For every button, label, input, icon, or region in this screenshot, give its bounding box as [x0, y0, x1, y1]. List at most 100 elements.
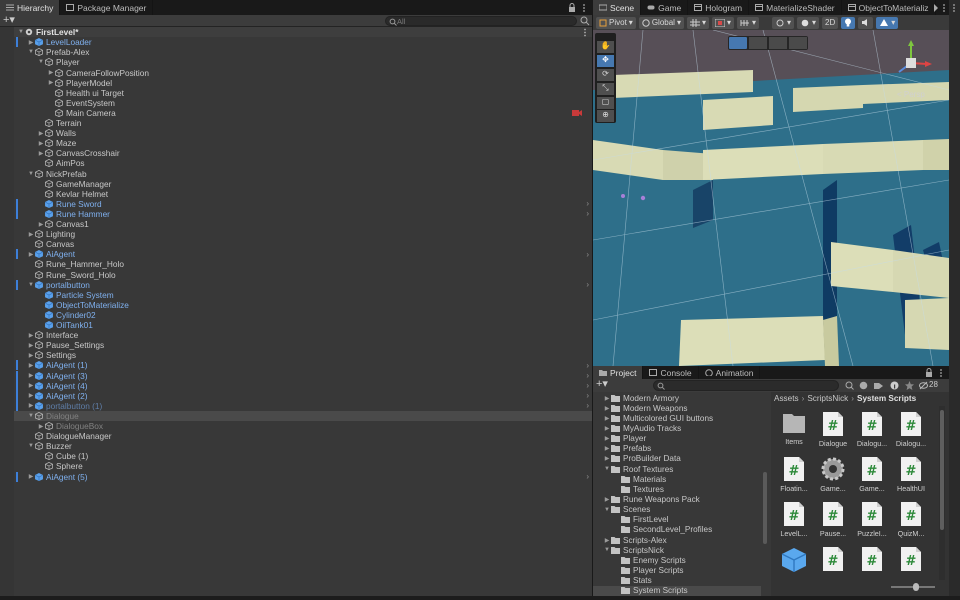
shading-mode-button[interactable]: ▾: [797, 16, 820, 29]
scene-gizmo[interactable]: [891, 38, 941, 88]
expand-arrow-icon[interactable]: ▶: [27, 392, 35, 399]
tab-package-manager[interactable]: Package Manager: [60, 0, 154, 15]
hierarchy-row[interactable]: Rune Hammer ›: [0, 208, 592, 219]
folder-row[interactable]: System Scripts: [593, 585, 761, 596]
expand-arrow-icon[interactable]: ▶: [37, 423, 45, 430]
asset-item[interactable]: #: [854, 547, 890, 574]
expand-arrow-icon[interactable]: ▶: [603, 435, 611, 442]
open-prefab-arrow-icon[interactable]: ›: [586, 401, 589, 410]
lock-icon[interactable]: [925, 368, 947, 378]
expand-arrow-icon[interactable]: ▶: [603, 496, 611, 503]
tab-scene[interactable]: Scene: [593, 0, 642, 15]
expand-arrow-icon[interactable]: ▼: [603, 547, 611, 553]
expand-arrow-icon[interactable]: ▶: [27, 362, 35, 369]
asset-item[interactable]: # QuizM...: [893, 502, 929, 538]
expand-arrow-icon[interactable]: ▼: [27, 413, 35, 419]
folder-row[interactable]: ▶ MyAudio Tracks: [593, 423, 761, 433]
expand-arrow-icon[interactable]: ▶: [27, 372, 35, 379]
hierarchy-row[interactable]: ▶ Lighting: [0, 229, 592, 239]
asset-item[interactable]: # LevelL...: [776, 502, 812, 538]
folder-row[interactable]: ▶ Prefabs: [593, 444, 761, 454]
vertex-mode-button[interactable]: [749, 37, 767, 49]
hierarchy-row[interactable]: ObjectToMaterialize: [0, 300, 592, 310]
folder-row[interactable]: Player Scripts: [593, 566, 761, 576]
hierarchy-row[interactable]: ▶ AiAgent (5) ›: [0, 471, 592, 482]
asset-item[interactable]: Game...: [815, 457, 851, 493]
hierarchy-row[interactable]: ▼ Prefab-Alex: [0, 47, 592, 57]
asset-scrollbar[interactable]: [939, 406, 945, 580]
open-prefab-arrow-icon[interactable]: ›: [586, 472, 589, 481]
folder-row[interactable]: ▼ Scenes: [593, 505, 761, 515]
edge-mode-button[interactable]: [769, 37, 787, 49]
open-prefab-arrow-icon[interactable]: ›: [586, 381, 589, 390]
folder-row[interactable]: ▶ Modern Weapons: [593, 403, 761, 413]
expand-arrow-icon[interactable]: ▶: [27, 382, 35, 389]
folder-row[interactable]: ▼ Roof Textures: [593, 464, 761, 474]
hierarchy-row[interactable]: ▶ AiAgent (4) ›: [0, 380, 592, 391]
hierarchy-row[interactable]: ▶ AiAgent (2) ›: [0, 390, 592, 401]
expand-arrow-icon[interactable]: ▶: [27, 332, 35, 339]
expand-arrow-icon[interactable]: ▶: [37, 140, 45, 147]
expand-arrow-icon[interactable]: ▼: [27, 443, 35, 449]
zoom-slider[interactable]: [891, 583, 935, 591]
pivot-toggle[interactable]: Pivot ▾: [596, 16, 636, 29]
folder-row[interactable]: ▶ Player: [593, 434, 761, 444]
breadcrumb-item[interactable]: System Scripts: [857, 394, 916, 403]
global-toggle[interactable]: Global ▾: [638, 16, 684, 29]
perspective-label[interactable]: < Persp: [897, 90, 925, 99]
search-by-type-icon[interactable]: [845, 381, 854, 390]
open-prefab-arrow-icon[interactable]: ›: [586, 250, 589, 259]
hierarchy-row[interactable]: ▶ Canvas1: [0, 219, 592, 229]
folder-row[interactable]: FirstLevel: [593, 515, 761, 525]
hierarchy-row[interactable]: Particle System: [0, 290, 592, 300]
more-icon[interactable]: [933, 3, 947, 13]
hierarchy-row[interactable]: ▼ NickPrefab: [0, 169, 592, 179]
hierarchy-row[interactable]: ▶ CanvasCrosshair: [0, 148, 592, 158]
transform-tool[interactable]: ⊕: [597, 110, 614, 122]
hierarchy-row[interactable]: ▼ Player: [0, 57, 592, 67]
info-icon[interactable]: [890, 381, 899, 390]
asset-item[interactable]: #: [815, 547, 851, 574]
folder-row[interactable]: SecondLevel_Profiles: [593, 525, 761, 535]
expand-arrow-icon[interactable]: ▶: [603, 537, 611, 544]
hierarchy-row[interactable]: Rune Sword ›: [0, 198, 592, 209]
expand-arrow-icon[interactable]: ▶: [47, 79, 55, 86]
expand-arrow-icon[interactable]: ▶: [603, 425, 611, 432]
hierarchy-row[interactable]: Canvas: [0, 239, 592, 249]
hierarchy-row[interactable]: Rune_Hammer_Holo: [0, 259, 592, 269]
toggle-tools-button[interactable]: ▾: [736, 16, 759, 29]
hierarchy-row[interactable]: ▼ portalbutton ›: [0, 279, 592, 290]
breadcrumb-item[interactable]: Assets: [774, 394, 799, 403]
expand-arrow-icon[interactable]: ▼: [17, 29, 25, 35]
hierarchy-row[interactable]: OilTank01: [0, 320, 592, 330]
tab-hologram[interactable]: Hologram: [688, 0, 750, 15]
hierarchy-row[interactable]: DialogueManager: [0, 431, 592, 441]
hierarchy-row[interactable]: GameManager: [0, 179, 592, 189]
expand-arrow-icon[interactable]: ▶: [27, 402, 35, 409]
expand-arrow-icon[interactable]: ▶: [603, 455, 611, 462]
open-prefab-arrow-icon[interactable]: ›: [586, 199, 589, 208]
folder-row[interactable]: ▼ ScriptsNick: [593, 545, 761, 555]
folder-row[interactable]: ▶ Modern Armory: [593, 393, 761, 403]
tab-objecttomaterializ[interactable]: ObjectToMaterializ: [842, 0, 936, 15]
hierarchy-row[interactable]: ▶ AiAgent ›: [0, 249, 592, 259]
hierarchy-row[interactable]: ▼ Buzzer: [0, 441, 592, 451]
tab-materializeshader[interactable]: MaterializeShader: [749, 0, 842, 15]
hierarchy-row[interactable]: Cube (1): [0, 451, 592, 461]
audio-toggle[interactable]: [858, 16, 874, 29]
tab-console[interactable]: Console: [643, 366, 699, 379]
hierarchy-row[interactable]: ▶ AiAgent (3) ›: [0, 370, 592, 381]
scene-row[interactable]: ▼ FirstLevel*: [0, 27, 592, 38]
mode-2d-button[interactable]: 2D: [822, 16, 839, 29]
more-icon[interactable]: [583, 28, 587, 37]
folder-row[interactable]: Enemy Scripts: [593, 555, 761, 565]
move-tool[interactable]: ✥: [597, 55, 614, 67]
hierarchy-row[interactable]: ▶ Maze: [0, 138, 592, 148]
folder-row[interactable]: ▶ Rune Weapons Pack: [593, 495, 761, 505]
hierarchy-row[interactable]: Kevlar Helmet: [0, 189, 592, 199]
project-search[interactable]: [653, 380, 839, 391]
rect-tool[interactable]: ▢: [597, 97, 614, 109]
asset-item[interactable]: [776, 547, 812, 576]
folder-row[interactable]: Materials: [593, 474, 761, 484]
hierarchy-row[interactable]: Cylinder02: [0, 310, 592, 320]
